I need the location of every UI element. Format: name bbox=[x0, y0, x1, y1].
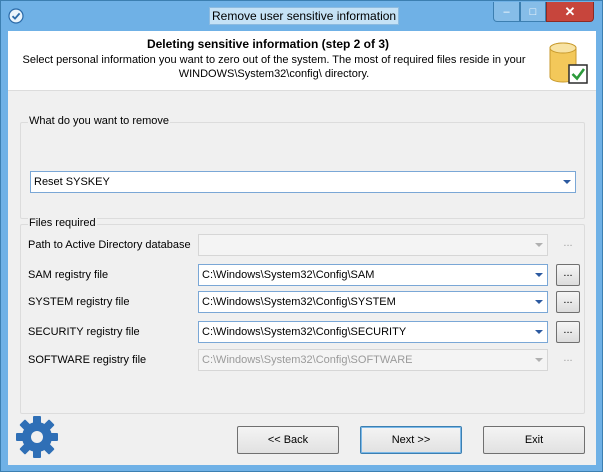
software-file-value: C:\Windows\System32\Config\SOFTWARE bbox=[202, 354, 413, 366]
wizard-header: Deleting sensitive information (step 2 o… bbox=[8, 31, 596, 91]
security-file-browse-button[interactable]: ... bbox=[556, 321, 580, 343]
database-check-icon bbox=[549, 42, 588, 84]
window-title: Remove user sensitive information bbox=[209, 7, 400, 25]
chevron-down-icon bbox=[535, 358, 543, 362]
software-file-select: C:\Windows\System32\Config\SOFTWARE bbox=[198, 349, 548, 371]
chevron-down-icon bbox=[535, 243, 543, 247]
software-file-browse-button: ... bbox=[556, 349, 580, 371]
chevron-down-icon bbox=[535, 273, 543, 277]
close-icon: ✕ bbox=[564, 3, 576, 19]
maximize-icon: □ bbox=[529, 5, 537, 18]
chevron-down-icon bbox=[535, 330, 543, 334]
minimize-icon: – bbox=[503, 5, 510, 18]
next-button[interactable]: Next >> bbox=[360, 426, 462, 454]
sam-file-select[interactable]: C:\Windows\System32\Config\SAM bbox=[198, 264, 548, 286]
remove-option-value: Reset SYSKEY bbox=[34, 176, 110, 188]
app-window: Remove user sensitive information – □ ✕ … bbox=[0, 0, 603, 472]
maximize-button[interactable]: □ bbox=[520, 2, 546, 22]
chevron-down-icon bbox=[535, 300, 543, 304]
security-file-value: C:\Windows\System32\Config\SECURITY bbox=[202, 326, 407, 338]
security-file-select[interactable]: C:\Windows\System32\Config\SECURITY bbox=[198, 321, 548, 343]
close-button[interactable]: ✕ bbox=[546, 2, 594, 22]
system-file-browse-button[interactable]: ... bbox=[556, 291, 580, 313]
ad-database-browse-button: ... bbox=[556, 234, 580, 256]
chevron-down-icon bbox=[563, 180, 571, 184]
dialog-client: Deleting sensitive information (step 2 o… bbox=[8, 31, 596, 465]
ad-database-select bbox=[198, 234, 548, 256]
remove-group: What do you want to remove Reset SYSKEY bbox=[20, 115, 585, 219]
exit-button[interactable]: Exit bbox=[483, 426, 585, 454]
gear-icon bbox=[16, 416, 58, 458]
remove-group-label: What do you want to remove bbox=[28, 115, 171, 127]
step-description: Select personal information you want to … bbox=[22, 54, 526, 80]
title-bar[interactable]: Remove user sensitive information – □ ✕ bbox=[1, 1, 602, 31]
system-file-select[interactable]: C:\Windows\System32\Config\SYSTEM bbox=[198, 291, 548, 313]
step-title: Deleting sensitive information (step 2 o… bbox=[146, 37, 390, 51]
remove-option-select[interactable]: Reset SYSKEY bbox=[30, 171, 576, 193]
files-group-label: Files required bbox=[28, 217, 97, 229]
back-button[interactable]: << Back bbox=[237, 426, 339, 454]
app-check-icon bbox=[8, 8, 24, 24]
sam-file-value: C:\Windows\System32\Config\SAM bbox=[202, 269, 375, 281]
system-file-value: C:\Windows\System32\Config\SYSTEM bbox=[202, 296, 396, 308]
sam-file-label: SAM registry file bbox=[28, 269, 109, 281]
minimize-button[interactable]: – bbox=[493, 2, 520, 22]
software-file-label: SOFTWARE registry file bbox=[28, 354, 147, 366]
security-file-label: SECURITY registry file bbox=[28, 326, 140, 338]
sam-file-browse-button[interactable]: ... bbox=[556, 264, 580, 286]
system-file-label: SYSTEM registry file bbox=[28, 296, 130, 308]
ad-database-label: Path to Active Directory database bbox=[28, 239, 191, 251]
